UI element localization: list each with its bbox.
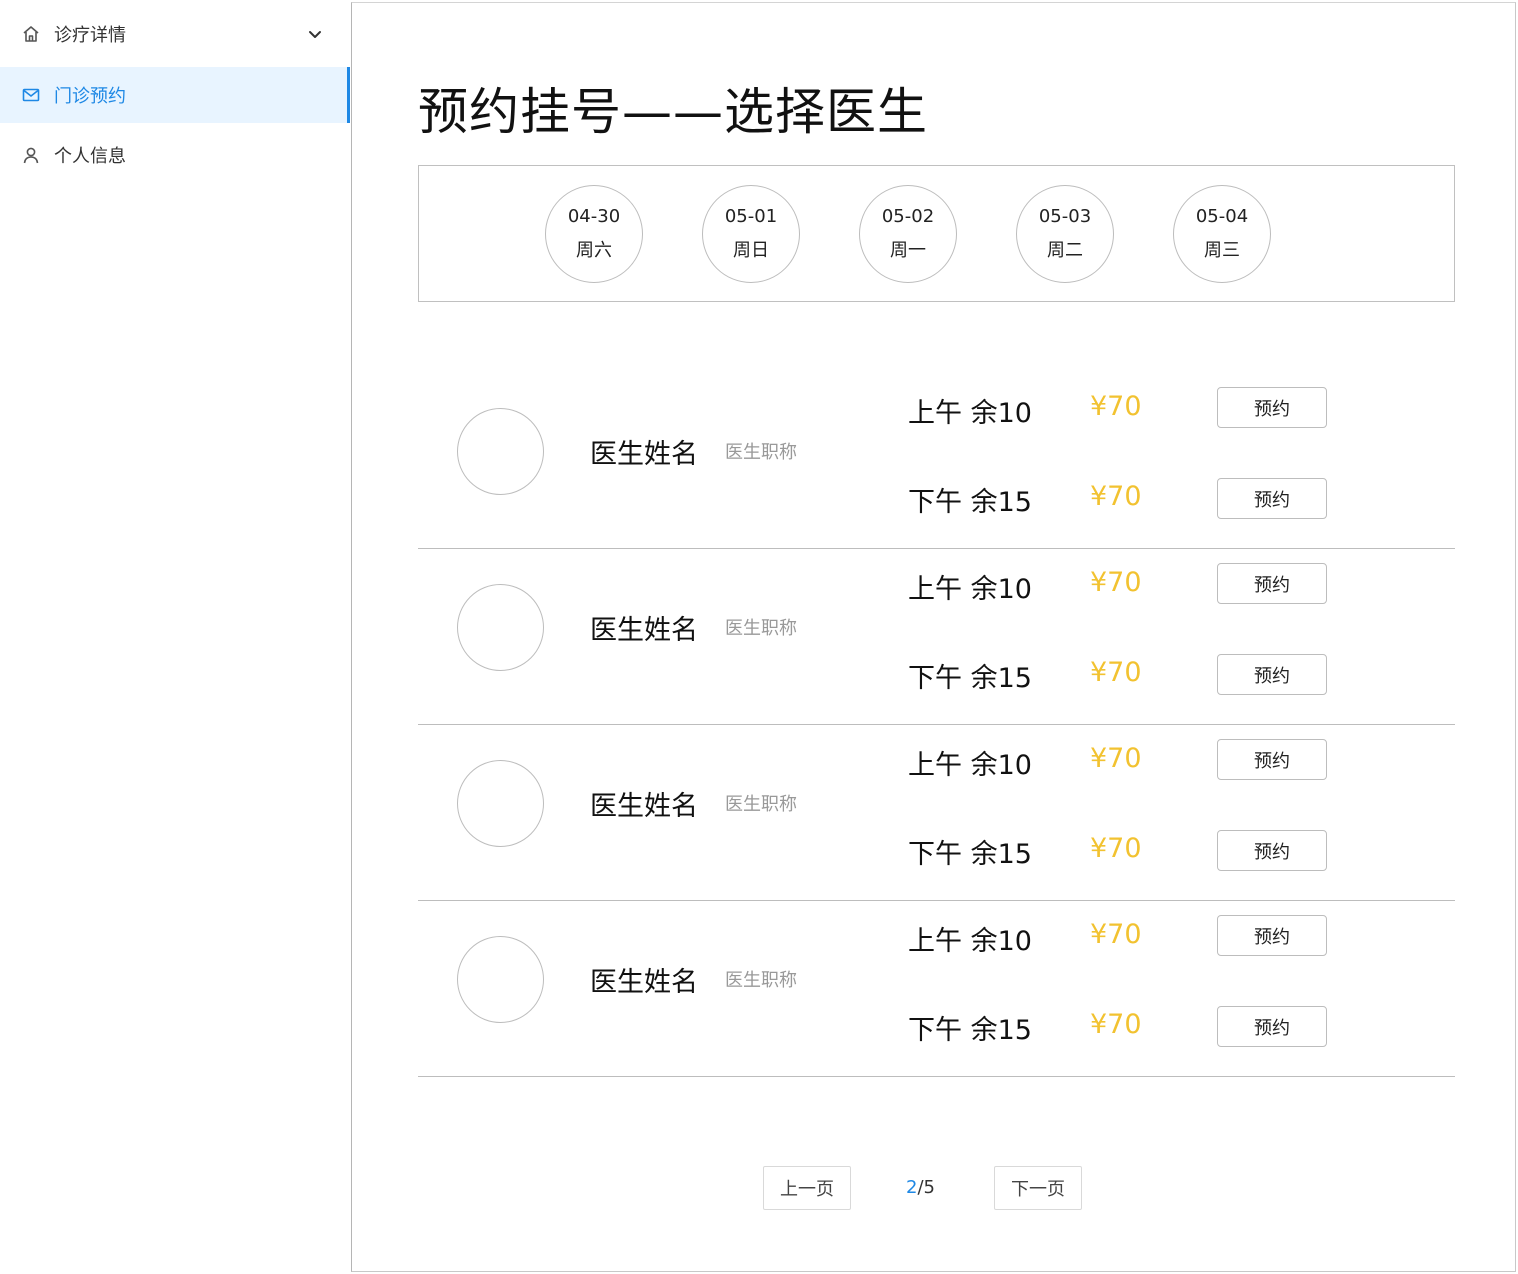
morning-price: ¥70 <box>1090 743 1142 774</box>
book-afternoon-button[interactable]: 预约 <box>1217 1006 1327 1047</box>
sidebar-item-outpatient-appointment[interactable]: 门诊预约 <box>0 67 350 123</box>
morning-slot-label: 上午 余10 <box>908 926 1032 957</box>
page-title: 预约挂号——选择医生 <box>418 83 928 141</box>
sidebar-item-personal-info[interactable]: 个人信息 <box>0 127 350 183</box>
afternoon-price: ¥70 <box>1090 833 1142 864</box>
book-morning-button[interactable]: 预约 <box>1217 739 1327 780</box>
doctor-title: 医生职称 <box>725 618 797 639</box>
current-page: 2 <box>906 1177 918 1198</box>
morning-slot-label: 上午 余10 <box>908 398 1032 429</box>
book-morning-button[interactable]: 预约 <box>1217 563 1327 604</box>
row-divider <box>418 1075 1455 1077</box>
book-morning-button[interactable]: 预约 <box>1217 387 1327 428</box>
morning-slot-label: 上午 余10 <box>908 750 1032 781</box>
doctor-avatar <box>457 408 544 495</box>
afternoon-price: ¥70 <box>1090 657 1142 688</box>
sidebar-item-label: 个人信息 <box>54 146 126 167</box>
date-selector: 04-30 周六 05-01 周日 05-02 周一 05-03 周二 05-0… <box>418 165 1455 302</box>
sidebar-item-label: 门诊预约 <box>54 86 126 107</box>
date-option[interactable]: 05-03 周二 <box>1016 185 1114 283</box>
morning-price: ¥70 <box>1090 567 1142 598</box>
book-afternoon-button[interactable]: 预约 <box>1217 654 1327 695</box>
doctor-name: 医生姓名 <box>590 439 698 470</box>
afternoon-price: ¥70 <box>1090 481 1142 512</box>
morning-slot-label: 上午 余10 <box>908 574 1032 605</box>
date-option[interactable]: 05-02 周一 <box>859 185 957 283</box>
date-label: 05-04 <box>1195 206 1249 227</box>
date-option[interactable]: 05-04 周三 <box>1173 185 1271 283</box>
doctor-name: 医生姓名 <box>590 967 698 998</box>
doctor-row: 医生姓名 医生职称 上午 余10 ¥70 预约 下午 余15 ¥70 预约 <box>418 549 1455 725</box>
morning-price: ¥70 <box>1090 391 1142 422</box>
morning-price: ¥70 <box>1090 919 1142 950</box>
date-label: 05-01 <box>724 206 778 227</box>
book-afternoon-button[interactable]: 预约 <box>1217 478 1327 519</box>
mail-icon <box>20 84 42 106</box>
prev-page-button[interactable]: 上一页 <box>763 1166 851 1210</box>
doctor-title: 医生职称 <box>725 794 797 815</box>
date-label: 04-30 <box>567 206 621 227</box>
sidebar-item-label: 诊疗详情 <box>54 25 126 46</box>
afternoon-slot-label: 下午 余15 <box>908 663 1032 694</box>
weekday-label: 周二 <box>1047 240 1083 261</box>
afternoon-slot-label: 下午 余15 <box>908 1015 1032 1046</box>
doctor-row: 医生姓名 医生职称 上午 余10 ¥70 预约 下午 余15 ¥70 预约 <box>418 373 1455 549</box>
doctor-name: 医生姓名 <box>590 615 698 646</box>
book-morning-button[interactable]: 预约 <box>1217 915 1327 956</box>
doctor-avatar <box>457 584 544 671</box>
doctor-avatar <box>457 936 544 1023</box>
date-option[interactable]: 04-30 周六 <box>545 185 643 283</box>
weekday-label: 周三 <box>1204 240 1240 261</box>
afternoon-slot-label: 下午 余15 <box>908 487 1032 518</box>
weekday-label: 周日 <box>733 240 769 261</box>
date-label: 05-02 <box>881 206 935 227</box>
doctor-title: 医生职称 <box>725 442 797 463</box>
date-label: 05-03 <box>1038 206 1092 227</box>
weekday-label: 周一 <box>890 240 926 261</box>
afternoon-slot-label: 下午 余15 <box>908 839 1032 870</box>
sidebar-item-treatment-details[interactable]: 诊疗详情 <box>0 6 350 62</box>
doctor-name: 医生姓名 <box>590 791 698 822</box>
chevron-down-icon[interactable] <box>304 23 326 45</box>
afternoon-price: ¥70 <box>1090 1009 1142 1040</box>
user-icon <box>20 144 42 166</box>
doctor-title: 医生职称 <box>725 970 797 991</box>
home-icon <box>20 23 42 45</box>
date-option[interactable]: 05-01 周日 <box>702 185 800 283</box>
weekday-label: 周六 <box>576 240 612 261</box>
sidebar: 诊疗详情 门诊预约 个人信息 <box>0 0 350 1274</box>
book-afternoon-button[interactable]: 预约 <box>1217 830 1327 871</box>
doctor-row: 医生姓名 医生职称 上午 余10 ¥70 预约 下午 余15 ¥70 预约 <box>418 901 1455 1077</box>
doctor-avatar <box>457 760 544 847</box>
total-pages: 5 <box>923 1177 935 1198</box>
doctor-row: 医生姓名 医生职称 上午 余10 ¥70 预约 下午 余15 ¥70 预约 <box>418 725 1455 901</box>
page-indicator: 2/5 <box>906 1177 935 1198</box>
next-page-button[interactable]: 下一页 <box>994 1166 1082 1210</box>
